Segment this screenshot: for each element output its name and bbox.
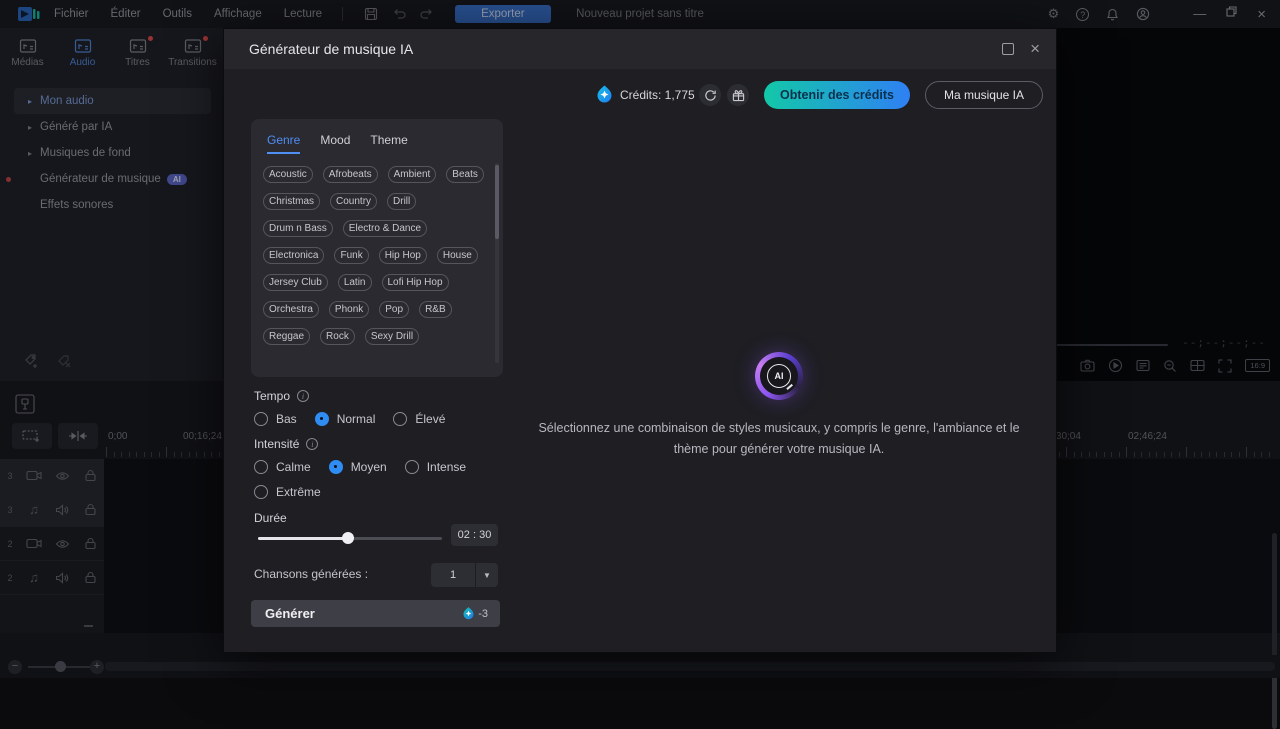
- chevron-down-icon: ▼: [476, 571, 498, 580]
- modal-header: Générateur de musique IA ×: [224, 29, 1056, 69]
- genre-chip[interactable]: Phonk: [329, 301, 369, 318]
- intensity-options-row2: Extrême: [254, 485, 321, 499]
- intensity-options-row1: Calme Moyen Intense: [254, 460, 466, 474]
- tempo-radio-option[interactable]: Élevé: [393, 412, 445, 426]
- radio-label: Extrême: [276, 485, 321, 499]
- radio-icon[interactable]: [254, 460, 268, 474]
- genre-chip-list: Acoustic Afrobeats Ambient Beats Christmas Co…: [263, 166, 487, 345]
- genre-chip[interactable]: Rock: [320, 328, 355, 345]
- genre-chip[interactable]: Reggae: [263, 328, 310, 345]
- genre-chip[interactable]: Afrobeats: [323, 166, 378, 183]
- filmora-app: FichierÉditerOutilsAffichageLecture Expo…: [0, 0, 1280, 678]
- genre-chip[interactable]: Drill: [387, 193, 416, 210]
- genre-chip[interactable]: Sexy Drill: [365, 328, 419, 345]
- genre-chip[interactable]: Electronica: [263, 247, 324, 264]
- radio-label: Intense: [427, 460, 466, 474]
- tempo-radio-option[interactable]: Normal: [315, 412, 376, 426]
- radio-icon[interactable]: [329, 460, 343, 474]
- radio-label: Moyen: [351, 460, 387, 474]
- radio-icon[interactable]: [393, 412, 407, 426]
- genre-chip[interactable]: Funk: [334, 247, 368, 264]
- genre-chip[interactable]: Hip Hop: [379, 247, 427, 264]
- genre-chip[interactable]: Latin: [338, 274, 372, 291]
- radio-icon[interactable]: [315, 412, 329, 426]
- my-ai-music-button[interactable]: Ma musique IA: [925, 81, 1043, 109]
- songs-count-value: 1: [431, 569, 475, 581]
- refresh-credits-button[interactable]: [699, 84, 721, 106]
- radio-label: Élevé: [415, 412, 445, 426]
- gift-rewards-button[interactable]: [727, 84, 749, 106]
- genre-chip[interactable]: Orchestra: [263, 301, 319, 318]
- ai-logo-text: AI: [767, 364, 791, 388]
- intensity-radio-option[interactable]: Extrême: [254, 485, 321, 499]
- ai-logo: AI: [755, 352, 803, 400]
- generator-hint-text: Sélectionnez une combinaison de styles m…: [529, 418, 1029, 460]
- radio-label: Normal: [337, 412, 376, 426]
- genre-chip[interactable]: Drum n Bass: [263, 220, 333, 237]
- card-scrollbar-thumb[interactable]: [495, 165, 499, 239]
- genre-chip[interactable]: Jersey Club: [263, 274, 328, 291]
- style-tab[interactable]: Mood: [320, 133, 350, 154]
- tempo-section-label: Tempoi: [254, 389, 309, 403]
- close-modal-button[interactable]: ×: [1030, 43, 1040, 55]
- intensity-radio-option[interactable]: Calme: [254, 460, 311, 474]
- tempo-info-icon[interactable]: i: [297, 390, 309, 402]
- genre-chip[interactable]: Ambient: [388, 166, 437, 183]
- generate-cost: -3: [461, 606, 488, 621]
- modal-title: Générateur de musique IA: [249, 41, 413, 57]
- genre-chip[interactable]: Country: [330, 193, 377, 210]
- songs-generated-label: Chansons générées :: [254, 567, 368, 581]
- slider-fill: [258, 537, 348, 540]
- credits-row: Crédits: 1,775 Obtenir des crédits Ma mu…: [224, 81, 1058, 109]
- duration-section-label: Durée: [254, 511, 287, 525]
- intensity-section-label: Intensitéi: [254, 437, 318, 451]
- genre-chip[interactable]: R&B: [419, 301, 452, 318]
- style-selector-card: Genre Mood Theme Acoustic Afrobeats Ambient B…: [251, 119, 503, 377]
- tempo-options: Bas Normal Élevé: [254, 412, 445, 426]
- style-tab[interactable]: Genre: [267, 133, 300, 154]
- radio-icon[interactable]: [405, 460, 419, 474]
- genre-chip[interactable]: House: [437, 247, 478, 264]
- radio-icon[interactable]: [254, 485, 268, 499]
- intensity-info-icon[interactable]: i: [306, 438, 318, 450]
- slider-thumb[interactable]: [342, 532, 354, 544]
- genre-chip[interactable]: Christmas: [263, 193, 320, 210]
- radio-label: Bas: [276, 412, 297, 426]
- genre-chip[interactable]: Beats: [446, 166, 484, 183]
- intensity-radio-option[interactable]: Intense: [405, 460, 466, 474]
- duration-slider[interactable]: [258, 532, 442, 544]
- credits-drop-icon: [594, 84, 615, 105]
- genre-chip[interactable]: Lofi Hip Hop: [382, 274, 449, 291]
- genre-chip[interactable]: Acoustic: [263, 166, 313, 183]
- credits-balance: Crédits: 1,775: [620, 88, 695, 102]
- generate-button[interactable]: Générer -3: [251, 600, 500, 627]
- style-tab[interactable]: Theme: [370, 133, 407, 154]
- genre-chip[interactable]: Electro & Dance: [343, 220, 427, 237]
- ai-music-generator-modal: Générateur de musique IA × Crédits: 1,77…: [223, 28, 1057, 653]
- maximize-modal-button[interactable]: [1002, 43, 1014, 55]
- tempo-radio-option[interactable]: Bas: [254, 412, 297, 426]
- intensity-radio-option[interactable]: Moyen: [329, 460, 387, 474]
- radio-icon[interactable]: [254, 412, 268, 426]
- duration-value: 02 : 30: [451, 524, 498, 546]
- radio-label: Calme: [276, 460, 311, 474]
- genre-chip[interactable]: Pop: [379, 301, 409, 318]
- get-credits-button[interactable]: Obtenir des crédits: [764, 81, 910, 109]
- songs-count-dropdown[interactable]: 1 ▼: [431, 563, 498, 587]
- style-tabs: Genre Mood Theme: [267, 133, 493, 154]
- generate-label: Générer: [265, 606, 461, 621]
